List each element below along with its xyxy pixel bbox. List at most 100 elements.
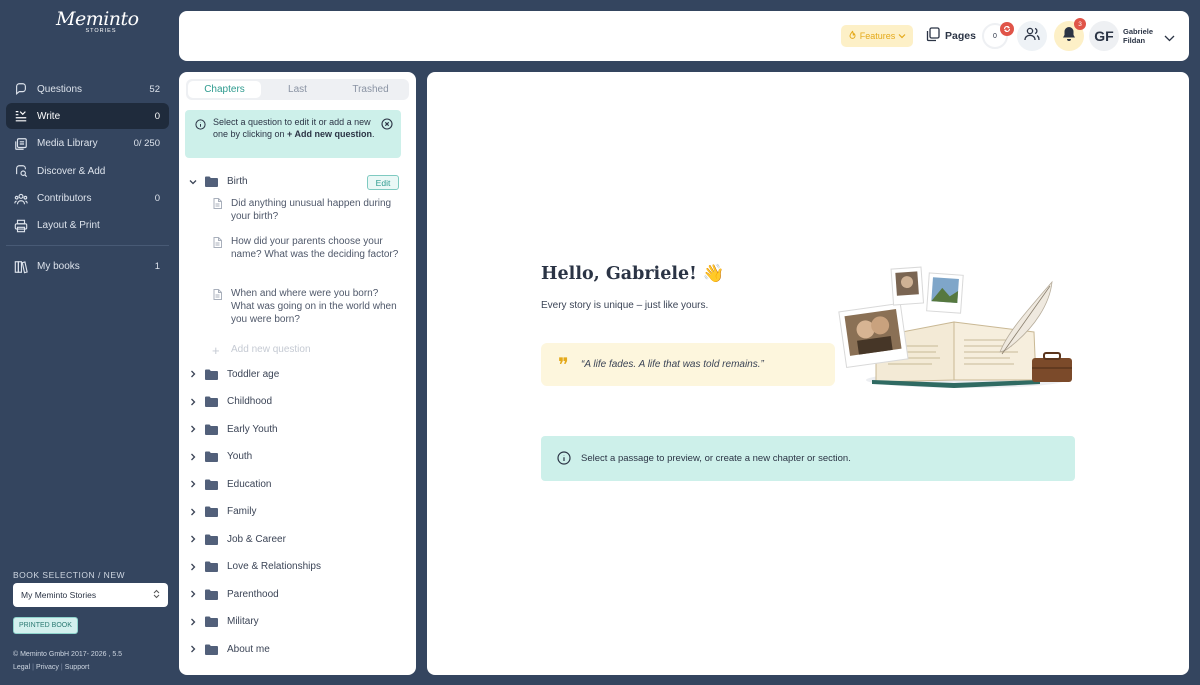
folder-icon (205, 479, 218, 490)
folder-icon (205, 451, 218, 463)
contributors-icon (14, 192, 28, 206)
chapter-item[interactable]: Love & Relationships (179, 553, 416, 581)
support-link[interactable]: Support (65, 664, 90, 671)
chapter-item[interactable]: Childhood (179, 388, 416, 416)
chapter-item[interactable]: Military (179, 608, 416, 636)
question-text: How did your parents choose your name? W… (231, 235, 399, 260)
chevron-right-icon[interactable] (188, 452, 198, 462)
nav-label: Questions (37, 83, 83, 95)
book-selection-title: BOOK SELECTION / NEW (13, 570, 126, 580)
nav-item-contributors[interactable]: Contributors 0 (6, 186, 169, 212)
quote-text: “A life fades. A life that was told rema… (581, 359, 764, 370)
tab-chapters[interactable]: Chapters (188, 81, 261, 98)
chapter-item[interactable]: Toddler age (179, 361, 416, 389)
chat-bubble-icon (14, 82, 28, 96)
chevron-right-icon[interactable] (188, 397, 198, 407)
chapter-label: Youth (227, 451, 253, 463)
chevron-right-icon[interactable] (188, 562, 198, 572)
chevron-down-icon[interactable] (188, 177, 198, 187)
chapter-item[interactable]: About me (179, 636, 416, 664)
nav-item-questions[interactable]: Questions 52 (6, 76, 169, 102)
info-icon (195, 119, 206, 134)
chapter-label: Birth (227, 176, 248, 188)
question-item[interactable]: Did anything unusual happen during your … (179, 196, 416, 235)
user-name[interactable]: Gabriele Fildan (1123, 27, 1153, 45)
nav-count: 0/ 250 (133, 138, 160, 150)
nav-label: Media Library (37, 138, 98, 150)
legal-link[interactable]: Legal (13, 664, 30, 671)
privacy-link[interactable]: Privacy (36, 664, 59, 671)
pages-button[interactable]: Pages (926, 27, 976, 45)
chevron-right-icon[interactable] (188, 644, 198, 654)
write-lines-icon (14, 109, 28, 123)
document-icon (213, 288, 222, 304)
features-button[interactable]: Features (841, 25, 913, 47)
question-item[interactable]: When and where were you born? What was g… (179, 287, 416, 339)
select-question-hint: Select a question to edit it or add a ne… (185, 110, 401, 158)
chevron-right-icon[interactable] (188, 617, 198, 627)
folder-icon (205, 589, 218, 600)
chapter-item[interactable]: Youth (179, 443, 416, 471)
nav-item-write[interactable]: Write 0 (6, 103, 169, 130)
question-text: Did anything unusual happen during your … (231, 197, 392, 222)
chevron-right-icon[interactable] (188, 479, 198, 489)
chapter-label: Childhood (227, 396, 273, 408)
users-button[interactable] (1017, 21, 1047, 51)
tab-last[interactable]: Last (261, 81, 334, 98)
quote-mark-icon: ❞ (558, 353, 569, 377)
chevron-right-icon[interactable] (188, 534, 198, 544)
close-circle-icon[interactable] (381, 118, 393, 134)
preview-hint-text: Select a passage to preview, or create a… (581, 453, 851, 464)
question-text: When and where were you born? What was g… (231, 287, 397, 325)
nav-count: 52 (149, 83, 160, 95)
chapters-panel: Chapters Last Trashed Select a question … (179, 72, 416, 675)
chevron-down-icon[interactable] (1164, 29, 1175, 47)
question-item[interactable]: How did your parents choose your name? W… (179, 235, 416, 287)
nav-label: Discover & Add (37, 165, 106, 177)
document-icon (213, 197, 222, 213)
meminto-logo[interactable]: Meminto STORIES (56, 8, 139, 44)
folder-icon (205, 396, 218, 408)
pages-label: Pages (945, 30, 976, 42)
greeting-title: Hello, Gabriele! 👋 (541, 264, 725, 284)
chapter-birth[interactable]: Birth Edit (179, 168, 416, 196)
nav-item-discover[interactable]: Discover & Add (6, 158, 169, 184)
folder-icon (205, 534, 218, 545)
notifications-button[interactable]: 3 (1054, 18, 1086, 51)
book-select-value: My Meminto Stories (21, 590, 97, 600)
book-select[interactable]: My Meminto Stories (13, 583, 168, 607)
plus-icon: + (212, 342, 220, 358)
chevron-right-icon[interactable] (188, 369, 198, 379)
folder-icon (205, 506, 218, 518)
avatar[interactable]: GF (1089, 21, 1119, 51)
add-new-question-button[interactable]: + Add new question (179, 339, 416, 361)
nav-item-layout-print[interactable]: Layout & Print (6, 213, 169, 239)
chapter-label: Love & Relationships (227, 561, 321, 573)
edit-chapter-button[interactable]: Edit (367, 175, 399, 190)
nav-count: 1 (154, 261, 160, 273)
quote-card: ❞ “A life fades. A life that was told re… (541, 343, 835, 386)
chapter-item[interactable]: Education (179, 471, 416, 499)
hint-bold-text: + Add new question (287, 128, 372, 139)
info-icon (557, 451, 571, 468)
chapter-list: Toddler age Childhood Early Youth Youth Educ… (179, 361, 416, 664)
nav-item-media-library[interactable]: Media Library 0/ 250 (6, 131, 169, 157)
user-first-name: Gabriele (1123, 27, 1154, 36)
books-icon (14, 260, 28, 274)
chapter-item[interactable]: Family (179, 498, 416, 526)
chapter-label: Military (227, 616, 259, 628)
pages-counter[interactable]: 0 (982, 22, 1014, 49)
chapter-item[interactable]: Parenthood (179, 581, 416, 609)
chevron-right-icon[interactable] (188, 507, 198, 517)
tab-trashed[interactable]: Trashed (334, 81, 407, 98)
chapter-tree: Birth Edit Did anything unusual happen d… (179, 168, 416, 663)
chapter-item[interactable]: Early Youth (179, 416, 416, 444)
chevron-right-icon[interactable] (188, 424, 198, 434)
nav-count: 0 (154, 110, 160, 122)
folder-icon (205, 644, 218, 655)
chevron-right-icon[interactable] (188, 589, 198, 599)
nav-item-my-books[interactable]: My books 1 (6, 254, 169, 280)
chapter-item[interactable]: Job & Career (179, 526, 416, 554)
user-last-name: Fildan (1123, 36, 1146, 45)
add-question-label: Add new question (231, 344, 311, 355)
